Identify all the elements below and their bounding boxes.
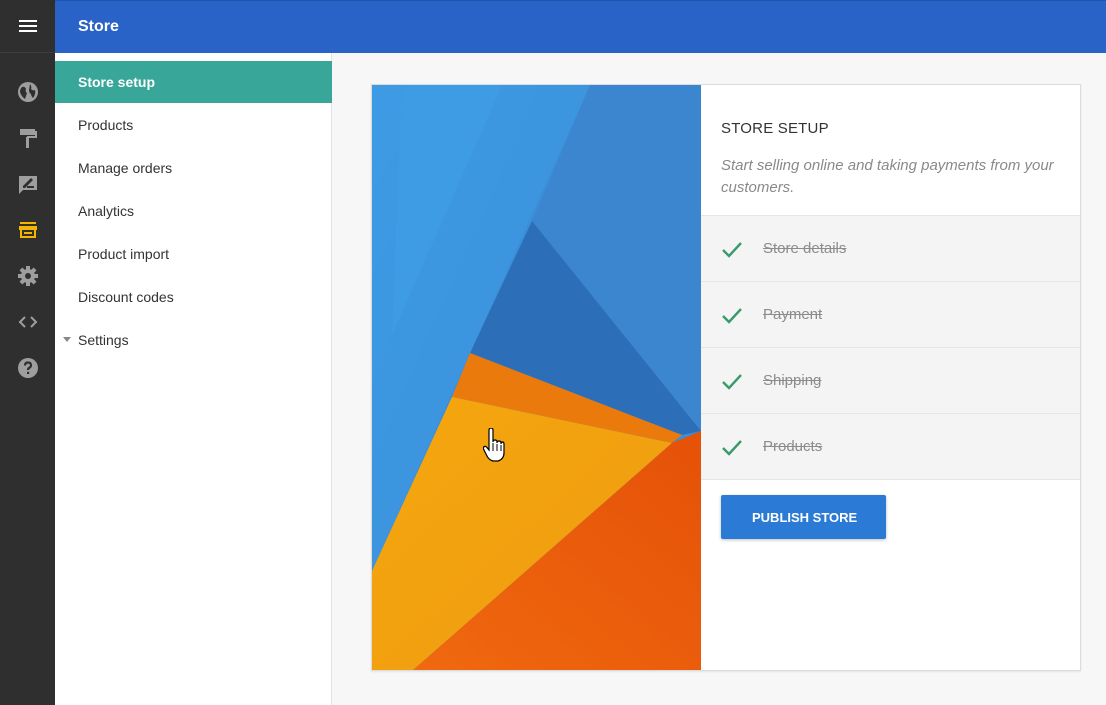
sidebar-item-label: Manage orders: [78, 160, 173, 176]
globe-icon[interactable]: [0, 69, 55, 115]
sidebar: Store setup Products Manage orders Analy…: [55, 53, 332, 705]
help-icon[interactable]: [0, 345, 55, 391]
checkmark-icon: [722, 373, 742, 390]
checkmark-icon: [722, 439, 742, 456]
sidebar-item-analytics[interactable]: Analytics: [55, 190, 332, 232]
step-label: Shipping: [763, 372, 822, 389]
sidebar-item-store-setup[interactable]: Store setup: [55, 61, 332, 103]
code-icon[interactable]: [0, 299, 55, 345]
top-bar: Store: [55, 0, 1106, 53]
hand-pointer-cursor-icon: [483, 428, 505, 462]
material-background-illustration: [372, 85, 701, 670]
setup-panel: STORE SETUP Start selling online and tak…: [701, 85, 1080, 670]
sidebar-item-label: Analytics: [78, 203, 135, 219]
step-store-details: Store details: [701, 216, 1080, 282]
edit-note-icon[interactable]: [0, 161, 55, 207]
checkmark-icon: [722, 307, 742, 324]
step-label: Payment: [763, 306, 823, 323]
page-title: Store: [78, 18, 119, 35]
hamburger-menu-icon[interactable]: [0, 0, 55, 53]
setup-description: Start selling online and taking payments…: [721, 157, 1054, 196]
sidebar-item-product-import[interactable]: Product import: [55, 233, 332, 275]
sidebar-item-label: Store setup: [78, 74, 156, 90]
gear-icon[interactable]: [0, 253, 55, 299]
checkmark-icon: [722, 241, 742, 258]
sidebar-item-label: Product import: [78, 246, 170, 262]
sidebar-item-manage-orders[interactable]: Manage orders: [55, 147, 332, 189]
setup-steps-list: Store details Payment Shipping Products: [701, 215, 1080, 480]
step-label: Products: [763, 438, 823, 455]
setup-heading: STORE SETUP: [721, 120, 829, 137]
step-payment: Payment: [701, 282, 1080, 348]
step-products: Products: [701, 414, 1080, 480]
publish-store-button[interactable]: PUBLISH STORE: [721, 495, 886, 539]
store-setup-card: STORE SETUP Start selling online and tak…: [371, 84, 1081, 671]
sidebar-item-products[interactable]: Products: [55, 104, 332, 146]
sidebar-item-discount-codes[interactable]: Discount codes: [55, 276, 332, 318]
sidebar-item-settings[interactable]: Settings: [55, 319, 332, 361]
sidebar-item-label: Settings: [78, 332, 129, 348]
paint-roller-icon[interactable]: [0, 115, 55, 161]
sidebar-item-label: Products: [78, 117, 134, 133]
step-label: Store details: [763, 240, 847, 257]
caret-down-icon: [63, 337, 71, 342]
store-icon[interactable]: [0, 207, 55, 253]
sidebar-item-label: Discount codes: [78, 289, 174, 305]
icon-rail: [0, 0, 55, 705]
step-shipping: Shipping: [701, 348, 1080, 414]
